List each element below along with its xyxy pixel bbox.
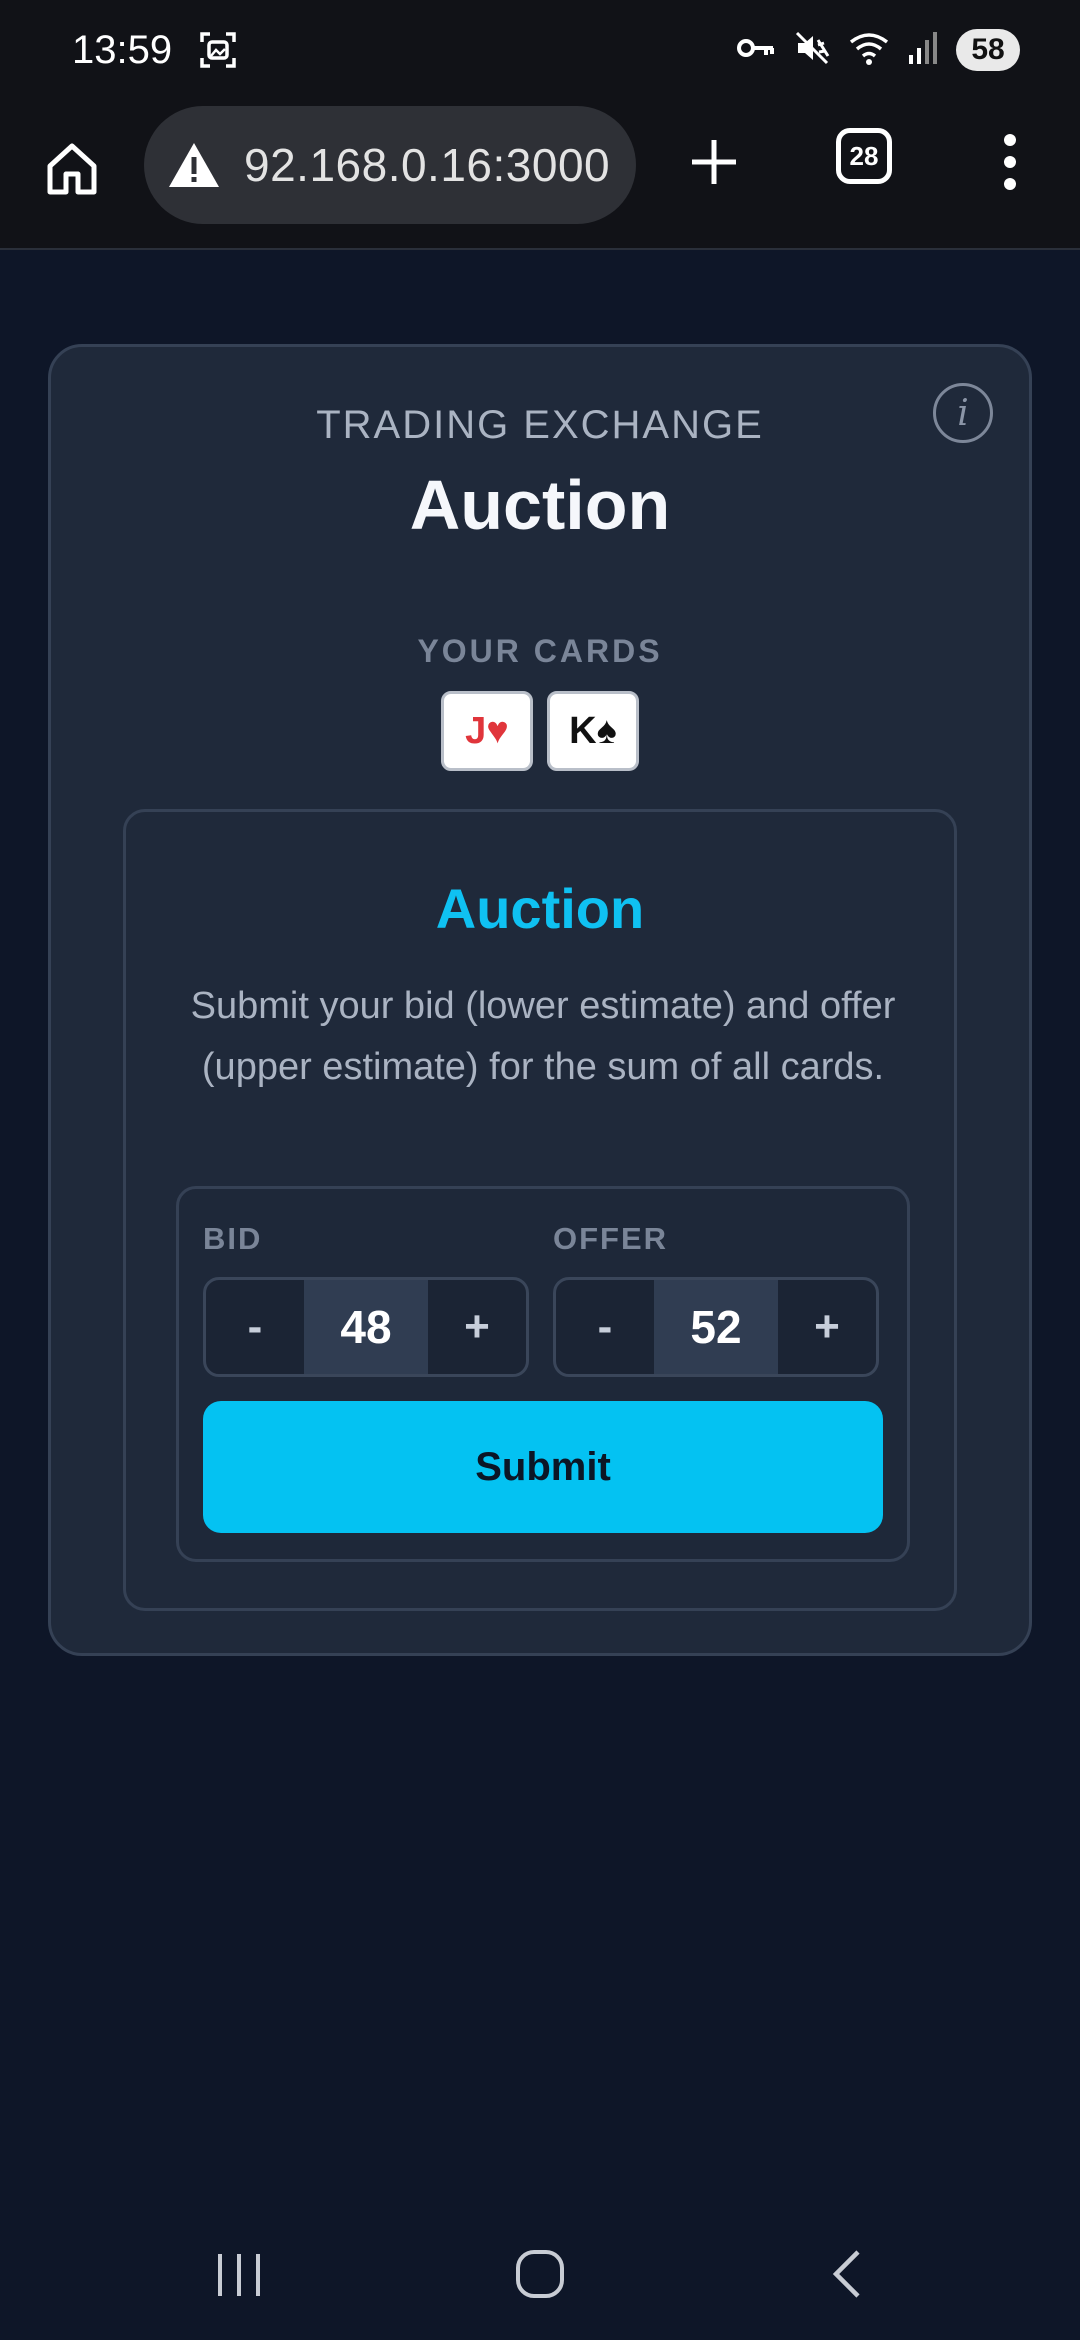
back-icon[interactable] (826, 2248, 866, 2305)
bid-increment-button[interactable]: + (428, 1280, 526, 1374)
your-cards-label: YOUR CARDS (417, 633, 663, 669)
bid-stepper: - 48 + (203, 1277, 529, 1377)
offer-value[interactable]: 52 (654, 1280, 778, 1374)
status-icons: 58 (736, 29, 1020, 71)
playing-card-king-spades: K♠ (547, 691, 639, 771)
offer-label: OFFER (553, 1221, 669, 1256)
auction-description: Submit your bid (lower estimate) and off… (190, 985, 896, 1088)
bid-label: BID (203, 1221, 263, 1256)
your-cards-row: J♥ K♠ (51, 691, 1029, 771)
page-eyebrow: TRADING EXCHANGE (316, 403, 764, 447)
auction-heading: Auction (435, 877, 645, 940)
offer-stepper: - 52 + (553, 1277, 879, 1377)
page-title: Auction (409, 466, 671, 544)
tab-switcher-button[interactable]: 28 (836, 128, 892, 184)
submit-button[interactable]: Submit (203, 1401, 883, 1533)
recents-icon[interactable] (214, 2250, 264, 2305)
bid-decrement-button[interactable]: - (206, 1280, 304, 1374)
signal-icon (908, 31, 938, 70)
battery-indicator: 58 (956, 29, 1020, 71)
offer-decrement-button[interactable]: - (556, 1280, 654, 1374)
vpn-key-icon (736, 33, 776, 68)
status-bar: 13:59 58 (0, 0, 1080, 100)
bid-value[interactable]: 48 (304, 1280, 428, 1374)
warning-icon[interactable] (166, 137, 222, 193)
mute-icon (794, 30, 830, 71)
bid-offer-form: BID OFFER - 48 + - 52 + Submit (176, 1186, 910, 1562)
playing-card-jack-hearts: J♥ (441, 691, 533, 771)
home-button[interactable] (42, 138, 102, 198)
system-nav-bar (0, 2210, 1080, 2340)
screen-capture-icon (198, 30, 238, 70)
url-text[interactable]: 92.168.0.16:3000 (244, 138, 610, 192)
offer-increment-button[interactable]: + (778, 1280, 876, 1374)
wifi-icon (848, 30, 890, 71)
more-vert-icon[interactable] (990, 130, 1030, 194)
game-card: i TRADING EXCHANGE Auction YOUR CARDS J♥… (48, 344, 1032, 1656)
browser-toolbar: 92.168.0.16:3000 28 (0, 100, 1080, 250)
auction-panel: Auction Submit your bid (lower estimate)… (123, 809, 957, 1611)
nav-home-icon[interactable] (514, 2248, 566, 2305)
new-tab-button[interactable] (684, 132, 744, 192)
home-icon (47, 143, 97, 195)
address-bar[interactable]: 92.168.0.16:3000 (144, 106, 636, 224)
plus-icon (692, 140, 736, 184)
status-time: 13:59 (72, 27, 173, 72)
